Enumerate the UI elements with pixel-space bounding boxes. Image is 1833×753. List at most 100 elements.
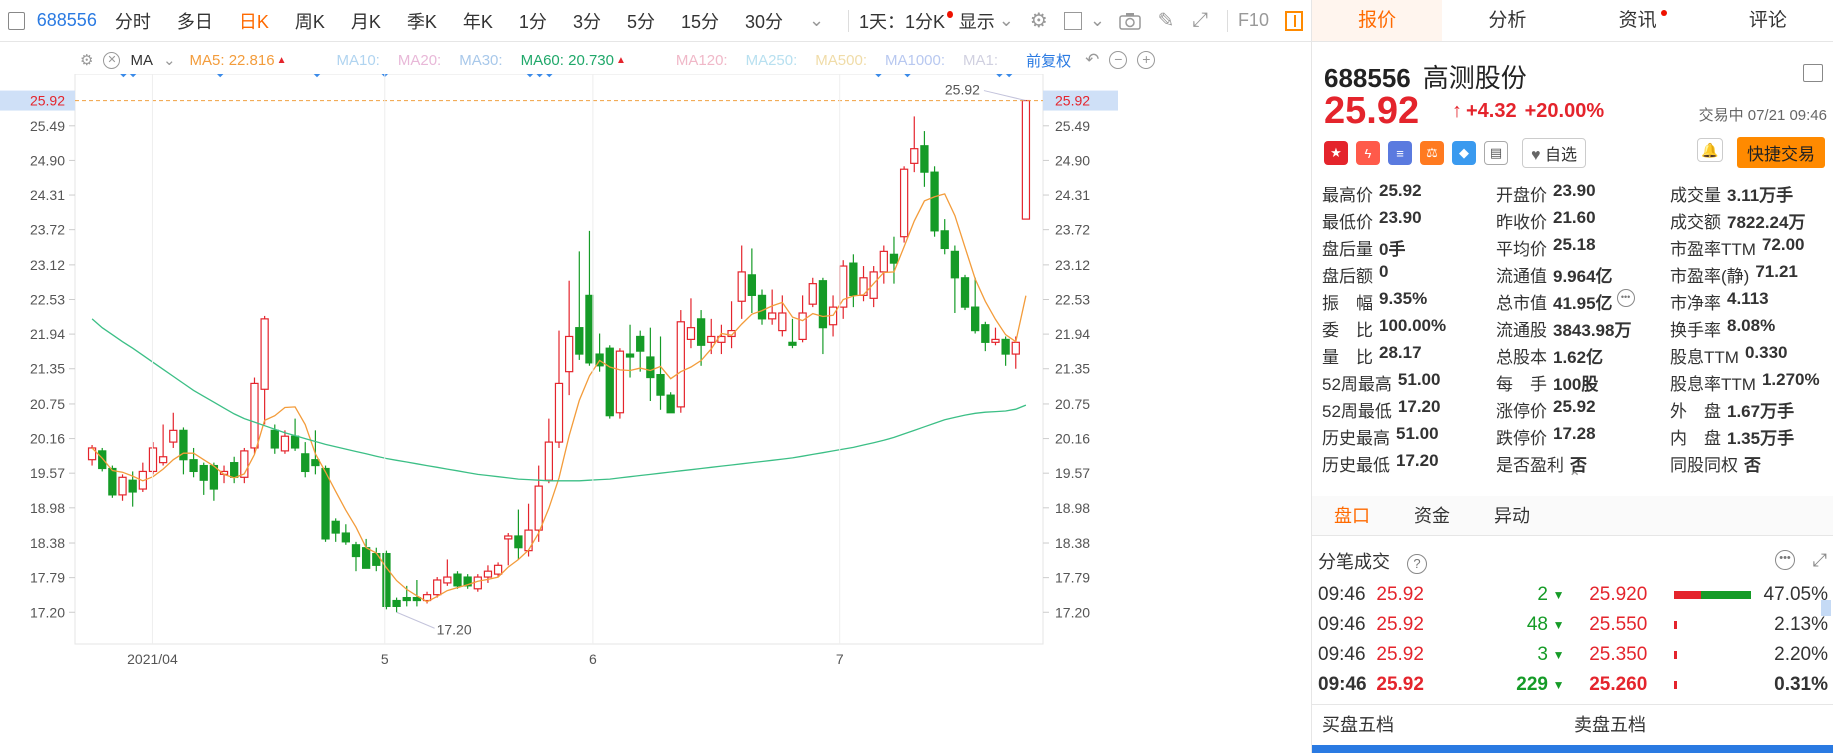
watchlist-button[interactable]: ♥ 自选: [1522, 138, 1586, 168]
help-icon[interactable]: ?: [1407, 554, 1428, 574]
gear-icon[interactable]: ⚙: [80, 51, 93, 69]
period-tab[interactable]: 3分: [573, 8, 601, 34]
flag-icon[interactable]: ★: [1324, 141, 1348, 165]
fullscreen-icon[interactable]: ⤢: [1191, 9, 1209, 32]
period-tab[interactable]: 15分: [681, 8, 719, 34]
f10-button[interactable]: F10: [1238, 10, 1269, 31]
gear-icon[interactable]: ⚙: [1030, 10, 1048, 32]
menu-icon[interactable]: [1803, 64, 1823, 82]
candle-body: [768, 312, 777, 320]
chevron-down-icon[interactable]: ⌄: [999, 10, 1014, 31]
display-menu[interactable]: 显示: [959, 8, 995, 34]
stat-value: 21.60: [1553, 208, 1596, 227]
close-icon[interactable]: ✕: [103, 51, 121, 69]
scrollbar[interactable]: [1821, 600, 1831, 616]
square-icon[interactable]: [1063, 10, 1082, 32]
up-triangle-icon: ▲: [276, 54, 287, 66]
candle-body: [920, 145, 929, 173]
ma250-value: MA250:: [745, 51, 798, 69]
candle-body: [524, 529, 533, 552]
period-tab[interactable]: 1分: [519, 8, 547, 34]
bell-icon[interactable]: 🔔: [1697, 138, 1723, 162]
quote-tab-label: 报价: [1358, 10, 1397, 31]
sidebar-toggle-icon[interactable]: [8, 11, 25, 30]
tick-row: 09:46 25.92 2 ▼ 25.920 47.05%: [1318, 580, 1828, 610]
period-tab[interactable]: 季K: [407, 8, 437, 34]
sub-tab[interactable]: 盘口: [1312, 496, 1392, 535]
database-icon[interactable]: ≡: [1388, 141, 1412, 165]
stat-value: 0.330: [1744, 343, 1788, 362]
tick-time: 09:46: [1318, 674, 1367, 695]
tag-icon[interactable]: ◆: [1452, 141, 1476, 165]
heart-icon: ♥: [1531, 147, 1541, 164]
quote-tab[interactable]: 评论: [1703, 0, 1833, 41]
sub-tab[interactable]: 异动: [1472, 496, 1552, 535]
stat-label: 内 盘: [1670, 429, 1721, 448]
period-tab[interactable]: 周K: [295, 8, 325, 34]
stat-label: 跌停价: [1496, 429, 1547, 448]
stat-label: 市盈率(静): [1670, 267, 1750, 286]
candle-body: [615, 350, 625, 414]
chevron-down-icon[interactable]: ⌄: [163, 51, 176, 69]
more-icon[interactable]: •••: [1775, 550, 1795, 570]
period-tab[interactable]: 多日: [177, 8, 213, 34]
candle-body: [433, 579, 442, 596]
collapse-chevron-icon[interactable]: ⌃: [1568, 468, 1581, 488]
chart-toolbar: 688556 分时 多日 日K 周K 月K 季K 年K 1分 3分 5分 15分 30分 ⌄ 1天：1…: [0, 0, 1311, 42]
candle-body: [971, 306, 980, 332]
chevron-down-icon[interactable]: ⌄: [1090, 10, 1105, 31]
camera-icon[interactable]: [1119, 10, 1141, 32]
doc-icon[interactable]: ▤: [1484, 141, 1508, 165]
period-select[interactable]: 1天：1分K: [859, 8, 945, 34]
stats-row: 盘后量 0手 平均价 25.18 市盈率TTM 72.00: [1322, 234, 1832, 261]
candle-body: [128, 479, 137, 493]
candle-body: [889, 253, 899, 264]
y-tick-label-left: 20.75: [30, 396, 65, 412]
ma-label[interactable]: MA: [130, 52, 153, 69]
candle-body: [818, 280, 828, 329]
zoom-in-icon[interactable]: +: [1137, 51, 1156, 69]
down-triangle-icon: ▼: [1552, 618, 1565, 632]
dropdown-chevron-icon[interactable]: ⌄: [809, 10, 824, 31]
buy-book-label: 买盘五档: [1322, 715, 1394, 735]
tick-row: 09:46 25.92 229 ▼ 25.260 0.31%: [1318, 670, 1828, 700]
panel-icon[interactable]: [1284, 10, 1303, 32]
fast-trade-button[interactable]: 快捷交易: [1737, 137, 1825, 168]
undo-icon[interactable]: ↶: [1085, 50, 1099, 70]
quote-tab[interactable]: 资讯: [1573, 0, 1703, 41]
quote-tab[interactable]: 分析: [1442, 0, 1572, 41]
stat-label: 流通股: [1496, 321, 1547, 340]
stat-cell: 流通值 9.964亿: [1496, 262, 1670, 287]
expand-icon[interactable]: ⤢: [1813, 550, 1827, 571]
period-tab[interactable]: 月K: [351, 8, 381, 34]
candle-body: [534, 485, 543, 531]
adjust-button[interactable]: 前复权: [1026, 50, 1071, 71]
more-icon[interactable]: •••: [1616, 289, 1635, 307]
candle-body: [250, 382, 259, 449]
price-level: 25.260: [1589, 674, 1648, 695]
period-tab[interactable]: 日K: [239, 8, 269, 34]
period-tab[interactable]: 年K: [463, 8, 493, 34]
sub-tabs: 盘口 资金 异动: [1312, 496, 1833, 536]
y-tick-label-right: 24.31: [1055, 187, 1090, 203]
stat-value: 72.00: [1761, 235, 1805, 254]
period-tab[interactable]: 30分: [745, 8, 783, 34]
y-tick-label-right: 20.16: [1055, 431, 1090, 447]
stat-label: 历史最低: [1322, 456, 1390, 475]
period-tab[interactable]: 5分: [627, 8, 655, 34]
lightning-icon[interactable]: ϟ: [1356, 141, 1380, 165]
pencil-icon[interactable]: ✎: [1157, 10, 1175, 32]
sub-tab[interactable]: 资金: [1392, 496, 1472, 535]
quote-tab[interactable]: 报价: [1312, 0, 1443, 41]
y-tick-label-right: 23.12: [1055, 257, 1090, 273]
period-tab[interactable]: 分时: [115, 8, 151, 34]
order-book-bar: [1312, 745, 1833, 753]
zoom-out-icon[interactable]: −: [1109, 51, 1128, 69]
balance-icon[interactable]: ⚖: [1420, 141, 1444, 165]
kline-chart[interactable]: 26.0026.0025.4925.4924.9024.9024.3124.31…: [0, 74, 1311, 753]
candle-body: [696, 318, 706, 346]
divider: [1227, 9, 1228, 32]
candle-body: [199, 464, 208, 481]
tick-title: 分笔成交: [1318, 552, 1390, 572]
price-level: 25.920: [1589, 584, 1648, 605]
